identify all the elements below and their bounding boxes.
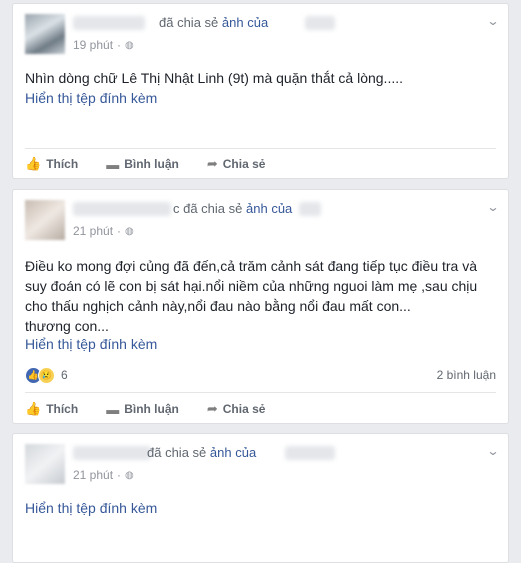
avatar[interactable] <box>25 200 65 240</box>
post-actions: 👍 Thích ▬ Bình luận ➦ Chia sẻ <box>25 154 496 174</box>
headline-of: của <box>271 201 293 216</box>
comment-icon: ▬ <box>106 156 120 172</box>
headline-of: của <box>247 15 269 30</box>
avatar[interactable] <box>25 444 65 484</box>
post-text: Nhìn dòng chữ Lê Thị Nhật Linh (9t) mà q… <box>25 70 404 86</box>
comment-button[interactable]: ▬ Bình luận <box>106 402 179 417</box>
timestamp[interactable]: 19 phút <box>73 38 113 52</box>
thumbs-up-icon: 👍 <box>25 401 42 416</box>
post-meta: 19 phút · ◍ <box>73 38 134 52</box>
divider <box>25 392 496 393</box>
shared-from-blurred[interactable] <box>305 16 335 30</box>
shared-from-blurred[interactable] <box>285 446 335 460</box>
thumbs-up-icon: 👍 <box>25 156 42 171</box>
sad-reaction-icon[interactable]: 😢 <box>38 366 55 384</box>
headline-of: của <box>235 445 257 460</box>
show-attachment-link[interactable]: Hiển thị tệp đính kèm <box>25 336 157 352</box>
feed-post: đã chia sẻ ảnh của 19 phút · ◍ ⌄ Nhìn dò… <box>12 3 509 179</box>
reaction-count[interactable]: 6 <box>61 368 68 382</box>
photo-link[interactable]: ảnh <box>246 201 268 216</box>
globe-icon: ◍ <box>125 225 134 237</box>
author-name-blurred[interactable] <box>73 16 145 30</box>
chevron-down-icon[interactable]: ⌄ <box>486 444 499 458</box>
globe-icon: ◍ <box>125 469 134 481</box>
feed-post: c đã chia sẻ ảnh của 21 phút · ◍ ⌄ Điều … <box>12 189 509 424</box>
share-button[interactable]: ➦ Chia sẻ <box>207 156 266 172</box>
author-name-blurred[interactable] <box>73 446 151 460</box>
headline-action: đã chia sẻ <box>147 445 207 460</box>
photo-link[interactable]: ảnh <box>222 15 244 30</box>
comment-count-link[interactable]: 2 bình luận <box>437 368 496 382</box>
headline-action: c đã chia sẻ <box>173 201 243 216</box>
globe-icon: ◍ <box>125 39 134 51</box>
avatar[interactable] <box>25 14 65 54</box>
show-attachment-link[interactable]: Hiển thị tệp đính kèm <box>25 500 157 516</box>
headline-action: đã chia sẻ <box>159 15 219 30</box>
photo-link[interactable]: ảnh <box>210 445 232 460</box>
comment-icon: ▬ <box>106 401 120 417</box>
comment-button[interactable]: ▬ Bình luận <box>106 157 179 172</box>
shared-from-blurred[interactable] <box>299 202 321 216</box>
like-button[interactable]: 👍 Thích <box>25 401 78 417</box>
author-name-blurred[interactable] <box>73 202 171 216</box>
divider <box>25 148 496 149</box>
share-button[interactable]: ➦ Chia sẻ <box>207 401 266 417</box>
post-headline: c đã chia sẻ ảnh của <box>173 201 292 216</box>
timestamp[interactable]: 21 phút <box>73 224 113 238</box>
share-arrow-icon: ➦ <box>206 156 218 171</box>
reactions-bar: 👍 😢 6 2 bình luận <box>25 365 496 385</box>
post-meta: 21 phút · ◍ <box>73 468 134 482</box>
timestamp[interactable]: 21 phút <box>73 468 113 482</box>
feed-post: đã chia sẻ ảnh của 21 phút · ◍ ⌄ Hiển th… <box>12 433 509 563</box>
show-attachment-link[interactable]: Hiển thị tệp đính kèm <box>25 90 157 106</box>
share-arrow-icon: ➦ <box>206 401 218 416</box>
post-actions: 👍 Thích ▬ Bình luận ➦ Chia sẻ <box>25 399 496 419</box>
post-meta: 21 phút · ◍ <box>73 224 134 238</box>
post-text: Điều ko mong đợi củng đã đến,cả trăm cản… <box>25 258 478 334</box>
post-headline: đã chia sẻ ảnh của <box>159 15 268 30</box>
post-headline: đã chia sẻ ảnh của <box>147 445 256 460</box>
chevron-down-icon[interactable]: ⌄ <box>486 200 499 214</box>
chevron-down-icon[interactable]: ⌄ <box>486 14 499 28</box>
like-button[interactable]: 👍 Thích <box>25 156 78 172</box>
